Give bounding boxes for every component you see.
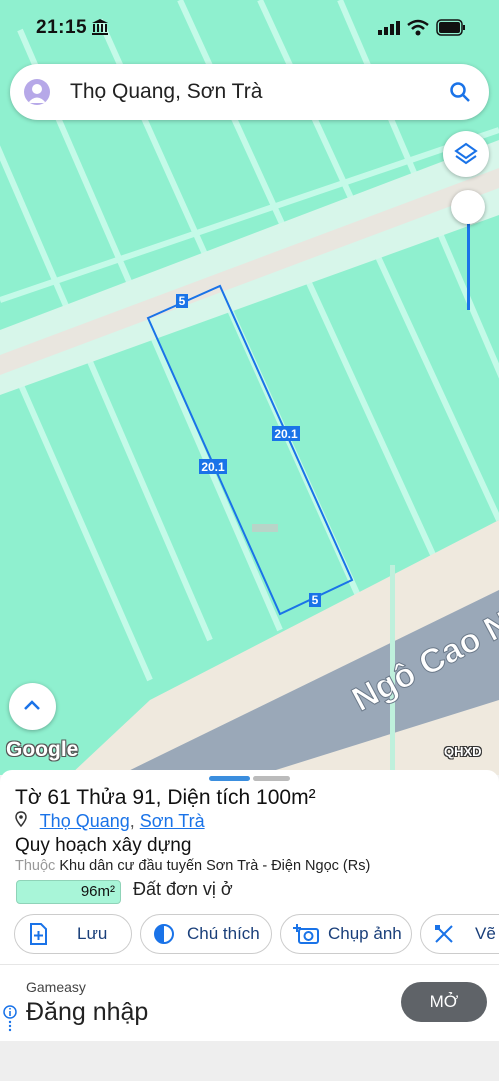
layers-icon xyxy=(454,142,478,165)
add-file-icon xyxy=(30,923,47,945)
bank-icon xyxy=(92,19,108,35)
save-label: Lưu xyxy=(77,924,108,943)
dimension-left: 20.1 xyxy=(201,460,225,474)
parcel-address: Thọ Quang, Sơn Trà xyxy=(15,811,205,832)
layers-button[interactable] xyxy=(443,131,489,177)
dimension-bottom: 5 xyxy=(312,593,319,607)
capture-button[interactable]: Chụp ảnh xyxy=(280,914,412,954)
expand-button[interactable] xyxy=(9,683,56,730)
parcel-title: Tờ 61 Thửa 91, Diện tích 100m² xyxy=(15,786,316,809)
opacity-slider-track[interactable] xyxy=(467,222,470,310)
sheet-handle-active[interactable] xyxy=(209,776,250,781)
status-time: 21:15 xyxy=(36,17,88,38)
battery-icon xyxy=(436,19,465,36)
opacity-slider-knob[interactable] xyxy=(451,190,485,224)
dimension-right: 20.1 xyxy=(274,427,298,441)
draw-icon xyxy=(435,925,453,943)
layer-tag: QHXD xyxy=(444,744,482,759)
zone-belongs: Thuộc Khu dân cư đầu tuyến Sơn Trà - Điệ… xyxy=(15,858,370,874)
ad-footer xyxy=(0,1041,499,1081)
action-bar: Lưu Chú thích Chụp ảnh Vẽ xyxy=(0,914,499,956)
chevron-up-icon xyxy=(24,700,40,710)
status-bar: 21:15 xyxy=(0,0,499,58)
area-value: 96m² xyxy=(80,883,115,900)
zone-title: Quy hoạch xây dựng xyxy=(15,835,192,856)
google-logo: Google xyxy=(6,738,79,761)
save-button[interactable]: Lưu xyxy=(14,914,132,954)
location-pin-icon xyxy=(15,811,27,827)
parcel-info-sheet[interactable]: Tờ 61 Thửa 91, Diện tích 100m² Thọ Quang… xyxy=(0,770,499,964)
district-link[interactable]: Sơn Trà xyxy=(140,811,205,831)
ad-info-icon[interactable] xyxy=(3,1005,17,1035)
search-bar[interactable]: Thọ Quang, Sơn Trà xyxy=(10,64,489,120)
legend-button[interactable]: Chú thích xyxy=(140,914,272,954)
belongs-value: Khu dân cư đầu tuyến Sơn Trà - Điện Ngọc… xyxy=(59,858,371,874)
draw-button[interactable]: Vẽ xyxy=(420,914,499,954)
search-icon[interactable] xyxy=(449,81,471,103)
dimension-top: 5 xyxy=(179,294,186,308)
search-query[interactable]: Thọ Quang, Sơn Trà xyxy=(70,80,262,104)
capture-label: Chụp ảnh xyxy=(328,924,402,943)
ad-open-button[interactable]: MỞ xyxy=(401,982,487,1022)
signal-icon xyxy=(378,21,400,35)
ad-banner[interactable]: Gameasy Đăng nhập MỞ xyxy=(0,964,499,1081)
belongs-prefix: Thuộc xyxy=(15,858,56,874)
draw-label: Vẽ xyxy=(475,924,496,943)
wifi-icon xyxy=(407,19,429,36)
legend-icon xyxy=(154,924,174,944)
camera-icon xyxy=(293,924,319,944)
legend-label: Chú thích xyxy=(187,924,260,943)
user-icon xyxy=(28,84,46,103)
avatar[interactable] xyxy=(24,79,50,105)
ad-headline[interactable]: Đăng nhập xyxy=(26,998,148,1027)
area-label: Đất đơn vị ở xyxy=(133,879,233,899)
ad-brand: Gameasy xyxy=(26,979,86,995)
sheet-handle[interactable] xyxy=(253,776,290,781)
ward-link[interactable]: Thọ Quang xyxy=(40,811,130,831)
area-bar: 96m² xyxy=(16,880,121,904)
